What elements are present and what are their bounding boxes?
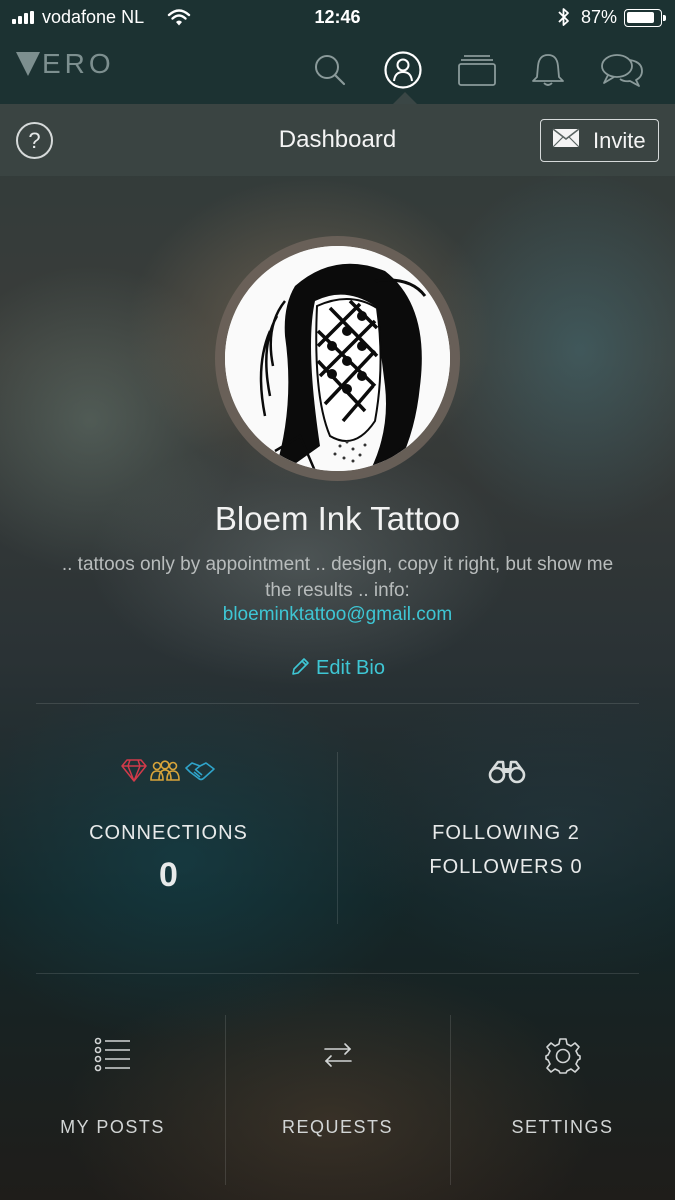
battery-percent: 87% — [581, 7, 618, 27]
avatar-image — [225, 246, 450, 471]
binoculars-icon — [488, 760, 526, 789]
logo-text: ERO — [42, 48, 115, 79]
clock: 12:46 — [314, 7, 361, 27]
avatar[interactable] — [215, 236, 460, 481]
divider — [36, 703, 639, 704]
edit-bio-label: Edit Bio — [316, 657, 385, 679]
following-count[interactable]: FOLLOWING 2 — [337, 822, 675, 845]
nav-bar: ERO — [0, 36, 675, 104]
bell-icon[interactable] — [526, 48, 570, 92]
pencil-icon — [292, 658, 309, 675]
invite-label: Invite — [593, 127, 646, 153]
edit-bio-link[interactable]: Edit Bio — [0, 657, 675, 680]
profile-bio: .. tattoos only by appointment .. design… — [61, 554, 614, 601]
profile-name: Bloem Ink Tattoo — [214, 500, 461, 537]
bio-email-link[interactable]: bloeminktattoo@gmail.com — [0, 604, 675, 626]
settings-button[interactable]: SETTINGS — [450, 1015, 675, 1185]
list-icon — [0, 1037, 225, 1073]
invite-button[interactable]: Invite — [540, 119, 659, 162]
active-tab-pointer — [393, 92, 417, 104]
connections-label: CONNECTIONS — [89, 822, 248, 844]
profile-icon[interactable] — [381, 48, 425, 92]
friends-icon — [150, 760, 180, 781]
envelope-icon — [552, 128, 580, 153]
connections-count[interactable]: 0 — [0, 856, 337, 895]
my-posts-label: MY POSTS — [60, 1117, 165, 1137]
connection-types-icons[interactable] — [120, 758, 220, 789]
bluetooth-icon — [556, 6, 572, 33]
requests-button[interactable]: REQUESTS — [225, 1015, 450, 1185]
battery-fill — [627, 12, 654, 23]
diamond-icon — [121, 759, 147, 782]
collections-icon[interactable] — [455, 48, 499, 92]
settings-label: SETTINGS — [511, 1117, 614, 1137]
handshake-icon — [185, 762, 215, 781]
my-posts-button[interactable]: MY POSTS — [0, 1015, 225, 1185]
search-icon[interactable] — [308, 48, 352, 92]
vero-logo: ERO — [16, 48, 115, 79]
status-bar: vodafone NL 12:46 87% — [0, 0, 675, 36]
dashboard-header: ? Dashboard Invite — [0, 104, 675, 176]
followers-count[interactable]: FOLLOWERS 0 — [337, 856, 675, 879]
gear-icon — [450, 1037, 675, 1075]
battery-icon — [624, 9, 666, 27]
requests-label: REQUESTS — [281, 1117, 394, 1137]
divider — [36, 973, 639, 974]
chat-icon[interactable] — [600, 48, 644, 92]
swap-arrows-icon — [225, 1037, 450, 1073]
